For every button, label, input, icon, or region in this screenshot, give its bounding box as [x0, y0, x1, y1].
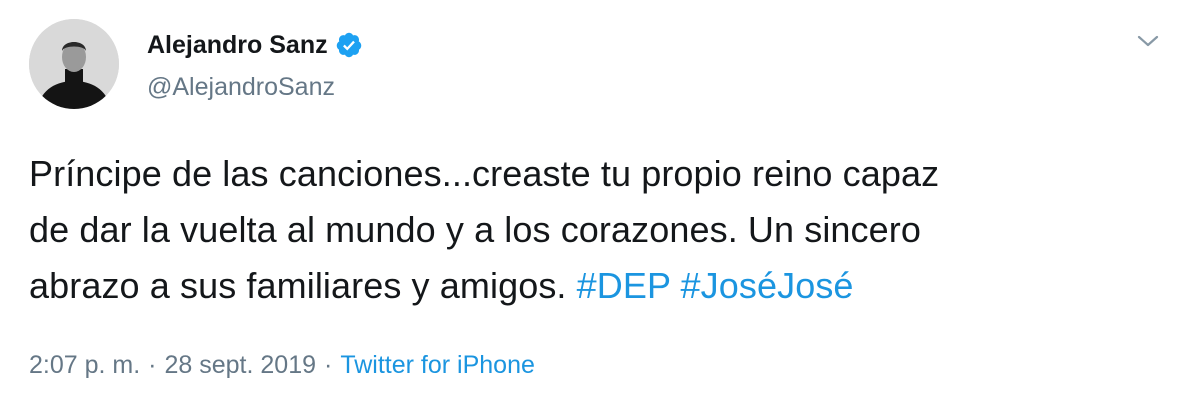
tweet-time[interactable]: 2:07 p. m. [29, 351, 140, 379]
tweet-metadata: 2:07 p. m. · 28 sept. 2019 · Twitter for iPh… [29, 347, 535, 383]
author-display-name[interactable]: Alejandro Sanz [147, 28, 328, 62]
tweet-text: Príncipe de las canciones...creaste tu p… [29, 146, 1169, 314]
chevron-down-icon[interactable] [1136, 32, 1160, 50]
tweet-card: Alejandro Sanz @AlejandroSanz Príncipe d… [0, 0, 1186, 405]
tweet-text-line: Príncipe de las canciones...creaste tu p… [29, 153, 940, 194]
author-name-row[interactable]: Alejandro Sanz [147, 28, 363, 62]
hashtag-link[interactable]: #JoséJosé [681, 265, 854, 306]
tweet-date[interactable]: 28 sept. 2019 [165, 351, 317, 379]
tweet-source-link[interactable]: Twitter for iPhone [340, 351, 535, 379]
hashtag-link[interactable]: #DEP [577, 265, 671, 306]
tweet-text-segment: abrazo a sus familiares y amigos. [29, 265, 577, 306]
author-handle[interactable]: @AlejandroSanz [147, 70, 335, 104]
avatar-photo [29, 19, 119, 109]
verified-badge-icon [335, 31, 363, 59]
tweet-text-line: abrazo a sus familiares y amigos. #DEP #… [29, 258, 1169, 314]
tweet-text-line: de dar la vuelta al mundo y a los corazo… [29, 209, 921, 250]
meta-separator: · [148, 351, 157, 379]
meta-separator: · [324, 351, 333, 379]
avatar[interactable] [29, 19, 119, 109]
